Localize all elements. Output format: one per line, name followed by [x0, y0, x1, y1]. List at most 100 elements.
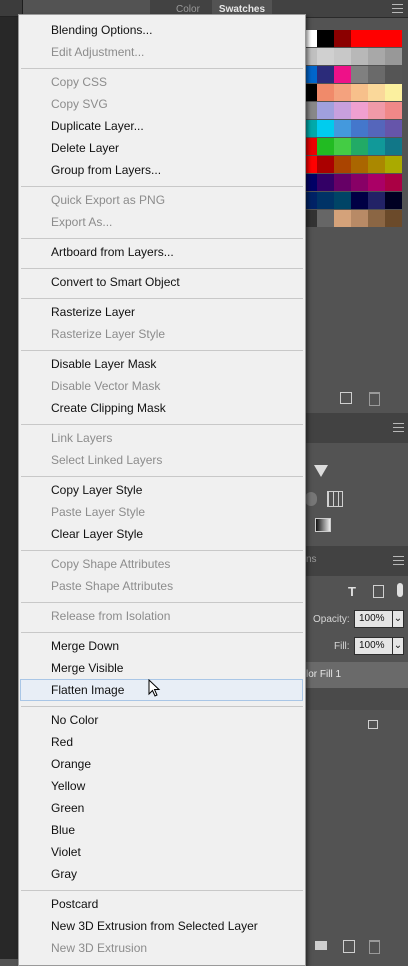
swatch[interactable]: [368, 138, 385, 155]
menu-item-blue[interactable]: Blue: [51, 821, 75, 839]
channel-mixer-icon[interactable]: [327, 491, 343, 507]
swatch[interactable]: [317, 30, 334, 47]
swatch[interactable]: [351, 192, 368, 209]
swatch[interactable]: [368, 156, 385, 173]
layer-row[interactable]: [306, 688, 408, 710]
folder-icon[interactable]: [315, 941, 327, 950]
swatch[interactable]: [368, 210, 385, 227]
swatch[interactable]: [317, 48, 334, 65]
menu-item-clear-layer-style[interactable]: Clear Layer Style: [51, 525, 143, 543]
swatch[interactable]: [334, 192, 351, 209]
swatch[interactable]: [317, 174, 334, 191]
opacity-field[interactable]: 100%: [354, 610, 394, 628]
menu-item-gray[interactable]: Gray: [51, 865, 77, 883]
filter-toggle-icon[interactable]: [397, 583, 403, 597]
swatch[interactable]: [351, 102, 368, 119]
opacity-dropdown[interactable]: ⌄: [392, 610, 404, 628]
swatch[interactable]: [334, 48, 351, 65]
swatch[interactable]: [334, 156, 351, 173]
layers-menu-icon[interactable]: [393, 556, 404, 565]
fill-field[interactable]: 100%: [354, 637, 394, 655]
menu-item-disable-layer-mask[interactable]: Disable Layer Mask: [51, 355, 156, 373]
swatch[interactable]: [351, 66, 368, 83]
menu-item-blending-options[interactable]: Blending Options...: [51, 21, 152, 39]
swatch[interactable]: [385, 102, 402, 119]
delete-layer-icon[interactable]: [369, 940, 380, 954]
menu-item-postcard[interactable]: Postcard: [51, 895, 98, 913]
swatch[interactable]: [351, 30, 368, 47]
menu-item-copy-layer-style[interactable]: Copy Layer Style: [51, 481, 142, 499]
swatch[interactable]: [351, 138, 368, 155]
menu-item-convert-to-smart-object[interactable]: Convert to Smart Object: [51, 273, 180, 291]
filter-smartobj-icon[interactable]: [373, 585, 384, 598]
layer-row-background[interactable]: [306, 712, 408, 740]
swatch[interactable]: [368, 66, 385, 83]
menu-item-yellow[interactable]: Yellow: [51, 777, 85, 795]
panel-menu-icon[interactable]: [392, 4, 403, 13]
menu-item-flatten-image[interactable]: Flatten Image: [51, 681, 124, 699]
swatch[interactable]: [385, 48, 402, 65]
menu-item-new-3d-extrusion-from-selected-layer[interactable]: New 3D Extrusion from Selected Layer: [51, 917, 258, 935]
menu-item-violet[interactable]: Violet: [51, 843, 81, 861]
swatch[interactable]: [334, 120, 351, 137]
menu-item-no-color[interactable]: No Color: [51, 711, 98, 729]
menu-item-create-clipping-mask[interactable]: Create Clipping Mask: [51, 399, 166, 417]
swatch[interactable]: [385, 174, 402, 191]
swatch[interactable]: [334, 210, 351, 227]
swatch[interactable]: [368, 30, 385, 47]
menu-item-duplicate-layer[interactable]: Duplicate Layer...: [51, 117, 144, 135]
filter-shape-icon[interactable]: [348, 584, 349, 585]
swatch[interactable]: [334, 138, 351, 155]
swatch[interactable]: [368, 192, 385, 209]
swatch[interactable]: [317, 192, 334, 209]
swatch[interactable]: [351, 210, 368, 227]
trash-icon[interactable]: [369, 392, 380, 406]
swatch[interactable]: [334, 66, 351, 83]
swatch[interactable]: [317, 84, 334, 101]
swatch[interactable]: [368, 120, 385, 137]
swatch[interactable]: [317, 66, 334, 83]
swatch[interactable]: [351, 84, 368, 101]
gradient-map-icon[interactable]: [315, 518, 331, 532]
fill-dropdown[interactable]: ⌄: [392, 637, 404, 655]
swatch[interactable]: [385, 120, 402, 137]
swatch[interactable]: [351, 120, 368, 137]
swatch[interactable]: [334, 84, 351, 101]
swatch[interactable]: [317, 210, 334, 227]
swatch[interactable]: [368, 84, 385, 101]
filter-type-icon[interactable]: T: [348, 584, 356, 599]
menu-item-orange[interactable]: Orange: [51, 755, 91, 773]
menu-item-rasterize-layer[interactable]: Rasterize Layer: [51, 303, 135, 321]
swatch[interactable]: [351, 48, 368, 65]
menu-item-artboard-from-layers[interactable]: Artboard from Layers...: [51, 243, 174, 261]
triangle-adjust-icon[interactable]: [314, 465, 328, 477]
swatch[interactable]: [368, 48, 385, 65]
swatch[interactable]: [334, 102, 351, 119]
swatch[interactable]: [317, 120, 334, 137]
swatch[interactable]: [385, 156, 402, 173]
swatch[interactable]: [334, 174, 351, 191]
swatch[interactable]: [385, 66, 402, 83]
swatch[interactable]: [385, 30, 402, 47]
swatch[interactable]: [317, 138, 334, 155]
menu-item-group-from-layers[interactable]: Group from Layers...: [51, 161, 161, 179]
swatch[interactable]: [368, 102, 385, 119]
new-swatch-icon[interactable]: [340, 392, 352, 404]
swatch[interactable]: [385, 210, 402, 227]
swatch[interactable]: [351, 174, 368, 191]
swatch[interactable]: [317, 156, 334, 173]
adjustments-menu-icon[interactable]: [393, 423, 404, 432]
swatch[interactable]: [317, 102, 334, 119]
menu-item-red[interactable]: Red: [51, 733, 73, 751]
bw-adjust-icon[interactable]: [305, 492, 317, 506]
swatch[interactable]: [368, 174, 385, 191]
menu-item-green[interactable]: Green: [51, 799, 84, 817]
menu-item-merge-visible[interactable]: Merge Visible: [51, 659, 123, 677]
menu-item-merge-down[interactable]: Merge Down: [51, 637, 119, 655]
swatch[interactable]: [351, 156, 368, 173]
menu-item-delete-layer[interactable]: Delete Layer: [51, 139, 119, 157]
swatch[interactable]: [385, 84, 402, 101]
layer-row-color-fill[interactable]: lor Fill 1: [306, 662, 408, 688]
new-layer-icon[interactable]: [343, 940, 355, 953]
swatch[interactable]: [334, 30, 351, 47]
